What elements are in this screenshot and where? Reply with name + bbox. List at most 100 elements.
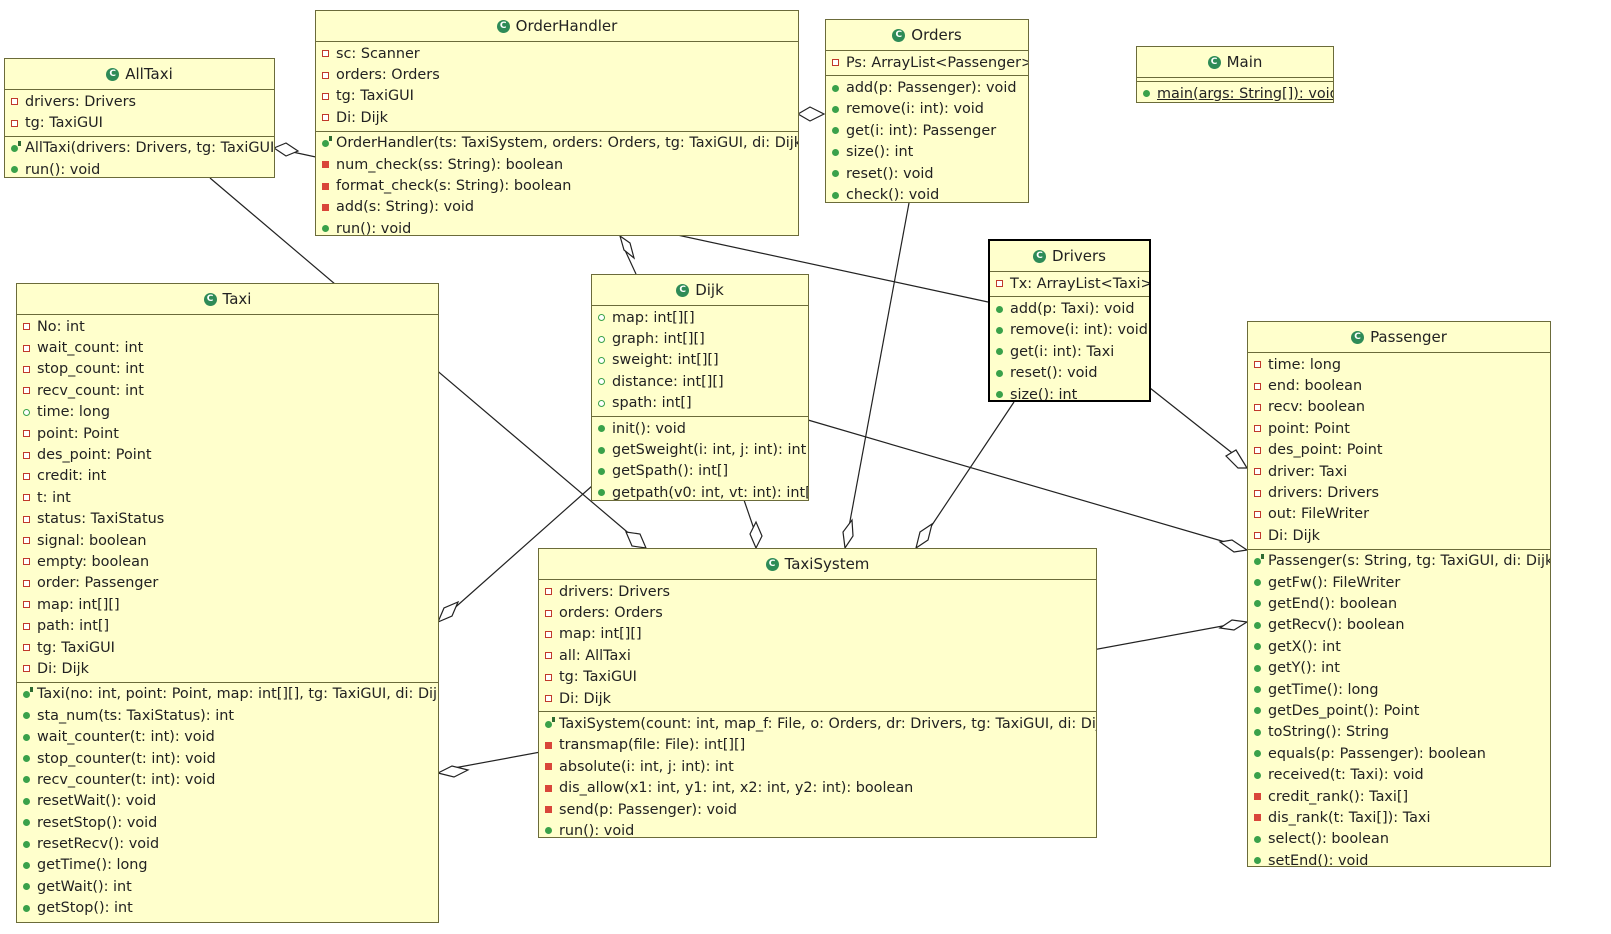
class-alltaxi[interactable]: C AllTaxi drivers: Drivers tg: TaxiGUI AllTa… — [4, 58, 275, 178]
operation[interactable]: dis_allow(x1: int, y1: int, x2: int, y2:… — [539, 778, 1096, 799]
attribute[interactable]: t: int — [17, 487, 438, 508]
attribute[interactable]: recv: boolean — [1248, 397, 1550, 418]
attribute[interactable]: point: Point — [17, 423, 438, 444]
operation[interactable]: run(): void — [539, 820, 1096, 837]
operation[interactable]: add(p: Taxi): void — [990, 298, 1149, 319]
operation[interactable]: setEnd(): void — [1248, 850, 1550, 866]
attribute[interactable]: Di: Dijk — [316, 107, 798, 128]
operation[interactable]: main(args: String[]): void — [1137, 83, 1333, 102]
attribute[interactable]: No: int — [17, 316, 438, 337]
attribute[interactable]: sweight: int[][] — [592, 350, 808, 371]
operation[interactable]: check(): void — [826, 184, 1028, 202]
attribute[interactable]: credit: int — [17, 466, 438, 487]
operation[interactable]: equals(p: Passenger): boolean — [1248, 743, 1550, 764]
operation[interactable]: remove(i: int): void — [826, 99, 1028, 120]
attribute[interactable]: orders: Orders — [316, 64, 798, 85]
attribute[interactable]: Di: Dijk — [1248, 525, 1550, 546]
attribute[interactable]: stop_count: int — [17, 359, 438, 380]
operation[interactable]: getTime(): long — [1248, 679, 1550, 700]
attribute[interactable]: map: int[][] — [17, 594, 438, 615]
attribute[interactable]: des_point: Point — [17, 444, 438, 465]
operation[interactable]: get(i: int): Taxi — [990, 341, 1149, 362]
operation[interactable]: getX(): int — [1248, 636, 1550, 657]
attribute[interactable]: Ps: ArrayList<Passenger> — [826, 52, 1028, 73]
operation[interactable]: reset(): void — [990, 363, 1149, 384]
operation[interactable]: getFw(): FileWriter — [1248, 572, 1550, 593]
attribute[interactable]: end: boolean — [1248, 375, 1550, 396]
class-orders[interactable]: C Orders Ps: ArrayList<Passenger> add(p: Pa… — [825, 19, 1029, 203]
operation[interactable]: stop_counter(t: int): void — [17, 748, 438, 769]
class-orderhandler[interactable]: C OrderHandler sc: Scanner orders: Orders tg… — [315, 10, 799, 236]
operation[interactable]: getSpath(): int[] — [592, 461, 808, 482]
attribute[interactable]: recv_count: int — [17, 380, 438, 401]
attribute[interactable]: time: long — [17, 402, 438, 423]
operation[interactable]: recv_counter(t: int): void — [17, 769, 438, 790]
class-taxi[interactable]: C Taxi No: int wait_count: int stop_count: i… — [16, 283, 439, 923]
operation[interactable]: run(): void — [316, 218, 798, 235]
operation[interactable]: init(): void — [592, 418, 808, 439]
operation[interactable]: credit_rank(): Taxi[] — [1248, 786, 1550, 807]
attribute[interactable]: des_point: Point — [1248, 440, 1550, 461]
attribute[interactable]: drivers: Drivers — [5, 91, 274, 112]
class-dijk[interactable]: C Dijk map: int[][] graph: int[][] sweight: … — [591, 274, 809, 501]
operation[interactable]: getStop(): int — [17, 898, 438, 919]
operation[interactable]: add(s: String): void — [316, 197, 798, 218]
operation[interactable]: send(p: Passenger): void — [539, 799, 1096, 820]
attribute[interactable]: signal: boolean — [17, 530, 438, 551]
class-main[interactable]: C Main main(args: String[]): void — [1136, 46, 1334, 103]
operation[interactable]: size(): int — [826, 142, 1028, 163]
operation[interactable]: num_check(ss: String): boolean — [316, 154, 798, 175]
operation[interactable]: Passenger(s: String, tg: TaxiGUI, di: Di… — [1248, 551, 1550, 572]
operation[interactable]: wait_counter(t: int): void — [17, 726, 438, 747]
attribute[interactable]: path: int[] — [17, 615, 438, 636]
attribute[interactable]: tg: TaxiGUI — [539, 667, 1096, 688]
operation[interactable]: select(): boolean — [1248, 829, 1550, 850]
attribute[interactable]: empty: boolean — [17, 551, 438, 572]
operation[interactable]: sta_num(ts: TaxiStatus): int — [17, 705, 438, 726]
attribute[interactable]: tg: TaxiGUI — [17, 637, 438, 658]
attribute[interactable]: distance: int[][] — [592, 371, 808, 392]
operation[interactable]: getSweight(i: int, j: int): int — [592, 439, 808, 460]
operation[interactable]: getEnd(): boolean — [1248, 593, 1550, 614]
attribute[interactable]: order: Passenger — [17, 573, 438, 594]
operation[interactable]: resetStop(): void — [17, 812, 438, 833]
attribute[interactable]: driver: Taxi — [1248, 461, 1550, 482]
operation[interactable]: run(): void — [5, 159, 274, 177]
operation[interactable]: size(): int — [990, 384, 1149, 400]
attribute[interactable]: drivers: Drivers — [1248, 482, 1550, 503]
attribute[interactable]: tg: TaxiGUI — [5, 112, 274, 133]
operation[interactable]: TaxiSystem(count: int, map_f: File, o: O… — [539, 713, 1096, 734]
attribute[interactable]: out: FileWriter — [1248, 504, 1550, 525]
attribute[interactable]: spath: int[] — [592, 393, 808, 414]
operation[interactable]: remove(i: int): void — [990, 320, 1149, 341]
operation[interactable]: resetRecv(): void — [17, 833, 438, 854]
attribute[interactable]: Tx: ArrayList<Taxi> — [990, 273, 1149, 294]
attribute[interactable]: all: AllTaxi — [539, 645, 1096, 666]
operation[interactable]: resetWait(): void — [17, 791, 438, 812]
operation[interactable]: getDes_point(): Point — [1248, 700, 1550, 721]
attribute[interactable]: Di: Dijk — [539, 688, 1096, 709]
operation[interactable]: reset(): void — [826, 163, 1028, 184]
operation[interactable]: add(p: Passenger): void — [826, 77, 1028, 98]
operation[interactable]: Taxi(no: int, point: Point, map: int[][]… — [17, 684, 438, 705]
operation[interactable]: AllTaxi(drivers: Drivers, tg: TaxiGUI) — [5, 138, 274, 159]
attribute[interactable]: wait_count: int — [17, 337, 438, 358]
attribute[interactable]: time: long — [1248, 354, 1550, 375]
attribute[interactable]: Di: Dijk — [17, 658, 438, 679]
operation[interactable]: absolute(i: int, j: int): int — [539, 756, 1096, 777]
class-passenger[interactable]: C Passenger time: long end: boolean recv: bo… — [1247, 321, 1551, 867]
operation[interactable]: getY(): int — [1248, 657, 1550, 678]
attribute[interactable]: drivers: Drivers — [539, 581, 1096, 602]
operation[interactable]: get(i: int): Passenger — [826, 120, 1028, 141]
operation[interactable]: transmap(file: File): int[][] — [539, 735, 1096, 756]
operation[interactable]: format_check(s: String): boolean — [316, 175, 798, 196]
operation[interactable]: getTime(): long — [17, 855, 438, 876]
class-drivers[interactable]: C Drivers Tx: ArrayList<Taxi> add(p: Taxi):… — [988, 239, 1151, 402]
operation[interactable]: toString(): String — [1248, 722, 1550, 743]
operation[interactable]: dis_rank(t: Taxi[]): Taxi — [1248, 807, 1550, 828]
attribute[interactable]: map: int[][] — [539, 624, 1096, 645]
operation[interactable]: OrderHandler(ts: TaxiSystem, orders: Ord… — [316, 133, 798, 154]
operation[interactable]: received(t: Taxi): void — [1248, 764, 1550, 785]
attribute[interactable]: point: Point — [1248, 418, 1550, 439]
attribute[interactable]: tg: TaxiGUI — [316, 86, 798, 107]
